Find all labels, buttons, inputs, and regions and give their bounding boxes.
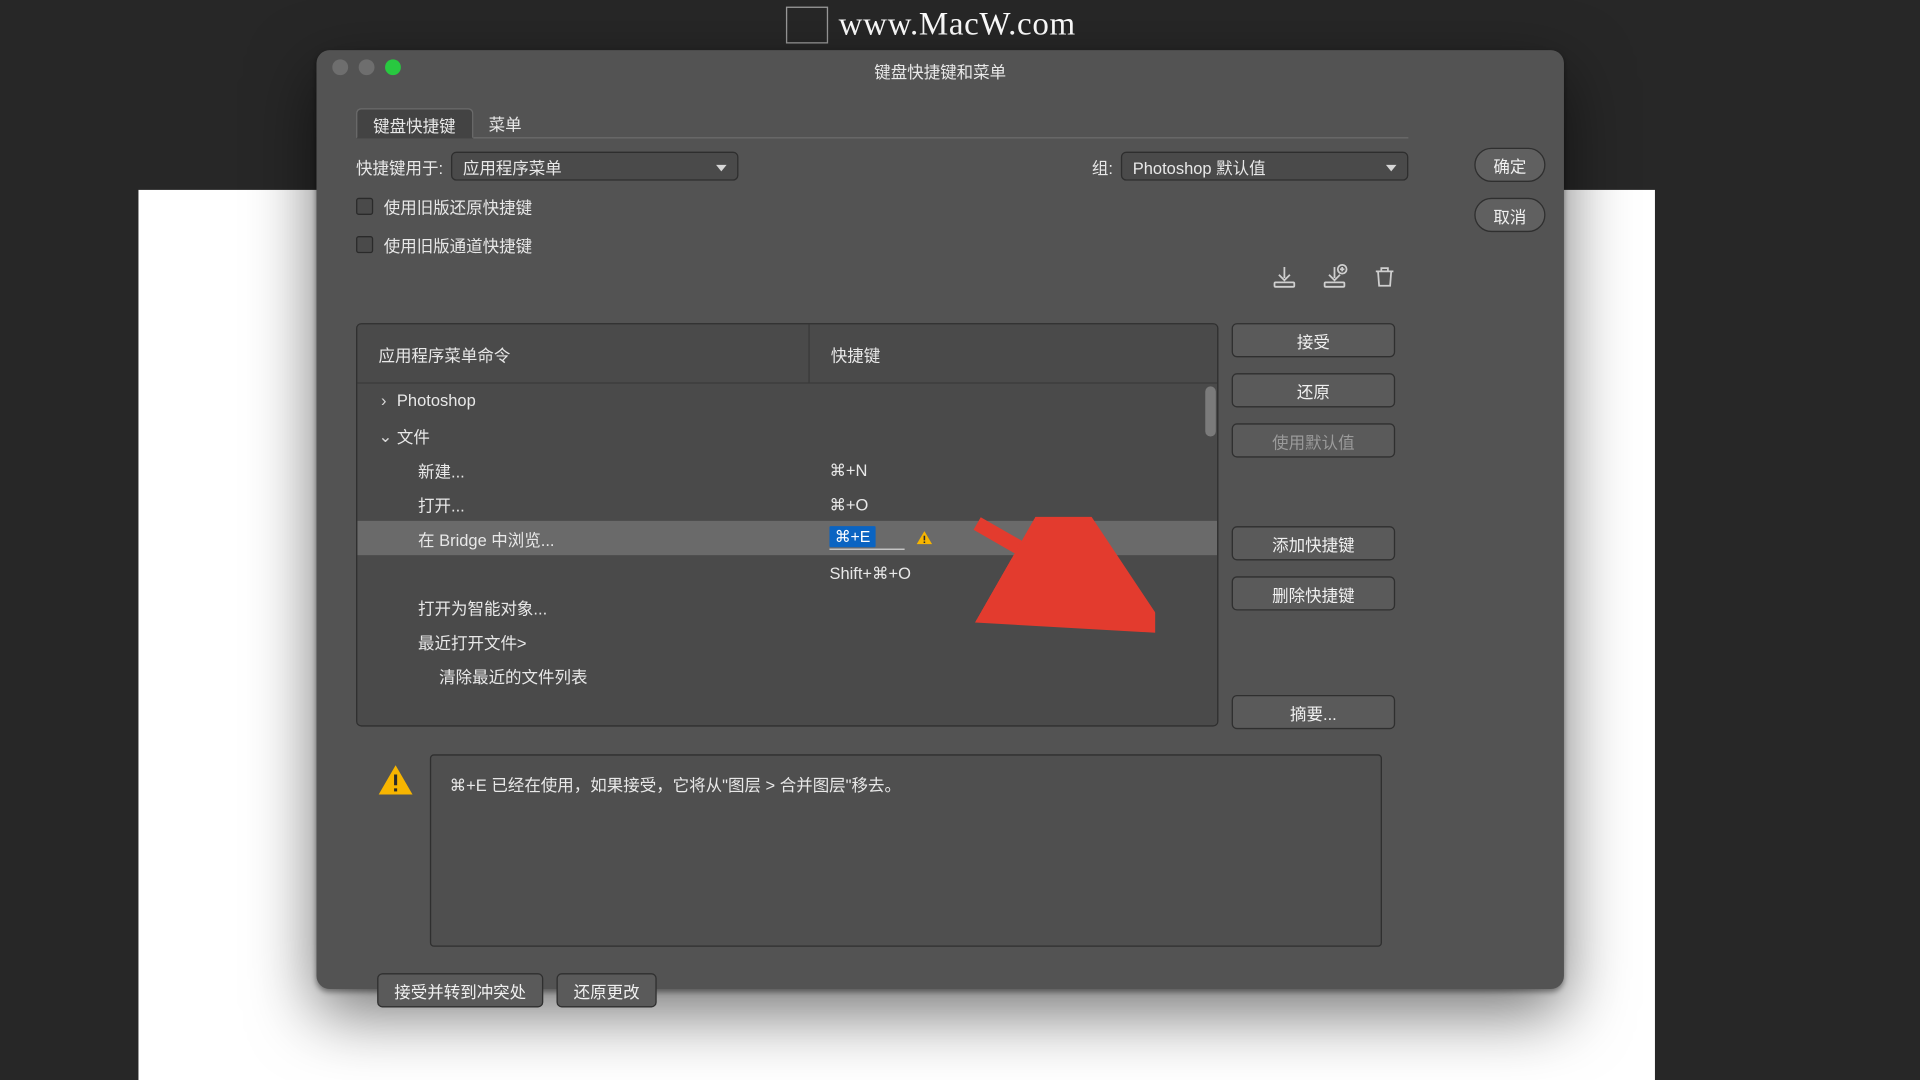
accept-button[interactable]: 接受	[1232, 323, 1396, 357]
new-set-icon[interactable]	[1321, 264, 1347, 290]
tree-item-open-smart-object[interactable]: 打开为智能对象...	[357, 589, 1217, 623]
dialog-titlebar: 键盘快捷键和菜单	[316, 50, 1563, 87]
tree-item-file[interactable]: ⌄文件	[357, 418, 1217, 452]
revert-button[interactable]: 还原	[1232, 373, 1396, 407]
watermark-logo-icon	[786, 7, 828, 44]
add-shortcut-button[interactable]: 添加快捷键	[1232, 526, 1396, 560]
keyboard-shortcuts-dialog: 键盘快捷键和菜单 确定 取消 键盘快捷键 菜单 快捷键用于: 应用程序菜单 组:…	[316, 50, 1563, 989]
shortcuts-list[interactable]: ›Photoshop ⌄文件 新建... ⌘+N 打开... ⌘+O 在 Br	[357, 384, 1217, 724]
summary-button[interactable]: 摘要...	[1232, 695, 1396, 729]
watermark-text: www.MacW.com	[839, 7, 1076, 44]
shortcuts-table: 应用程序菜单命令 快捷键 ›Photoshop ⌄文件 新建... ⌘+N	[356, 323, 1218, 727]
tree-item-clear-recent[interactable]: 清除最近的文件列表	[357, 658, 1217, 692]
set-select[interactable]: Photoshop 默认值	[1121, 152, 1408, 181]
tab-shortcuts[interactable]: 键盘快捷键	[356, 108, 473, 138]
minimize-window-icon[interactable]	[359, 59, 375, 75]
shortcuts-for-label: 快捷键用于:	[356, 154, 443, 179]
dialog-title: 键盘快捷键和菜单	[874, 63, 1006, 81]
disclosure-right-icon: ›	[378, 392, 389, 410]
tab-bar: 键盘快捷键 菜单	[356, 108, 1408, 138]
maximize-window-icon[interactable]	[385, 59, 401, 75]
shortcut-input[interactable]: ⌘+E	[829, 526, 904, 550]
legacy-undo-label: 使用旧版还原快捷键	[384, 194, 532, 219]
tab-menus[interactable]: 菜单	[473, 108, 538, 137]
save-set-icon[interactable]	[1271, 264, 1297, 290]
cancel-button[interactable]: 取消	[1474, 198, 1545, 232]
legacy-undo-checkbox[interactable]	[356, 198, 373, 215]
shortcut-edit-value: ⌘+E	[829, 526, 875, 547]
accept-and-go-button[interactable]: 接受并转到冲突处	[377, 973, 543, 1007]
shortcuts-for-select[interactable]: 应用程序菜单	[451, 152, 738, 181]
ok-button[interactable]: 确定	[1474, 148, 1545, 182]
tree-item-browse-in-bridge[interactable]: 在 Bridge 中浏览... ⌘+E	[357, 521, 1217, 555]
watermark: www.MacW.com	[786, 0, 1134, 50]
column-header-command[interactable]: 应用程序菜单命令	[357, 324, 809, 382]
column-header-shortcut[interactable]: 快捷键	[810, 324, 1217, 382]
tree-item-recent[interactable]: 最近打开文件>	[357, 624, 1217, 658]
window-controls	[332, 59, 401, 75]
delete-shortcut-button[interactable]: 删除快捷键	[1232, 576, 1396, 610]
tree-item-open[interactable]: 打开... ⌘+O	[357, 487, 1217, 521]
warning-icon	[377, 762, 414, 799]
delete-set-icon[interactable]	[1371, 264, 1397, 290]
scrollbar-thumb[interactable]	[1205, 386, 1216, 436]
legacy-channel-label: 使用旧版通道快捷键	[384, 232, 532, 257]
tree-item-photoshop[interactable]: ›Photoshop	[357, 384, 1217, 418]
warning-icon	[915, 529, 933, 547]
close-window-icon[interactable]	[332, 59, 348, 75]
tree-item-new[interactable]: 新建... ⌘+N	[357, 452, 1217, 486]
conflict-message: ⌘+E 已经在使用，如果接受，它将从"图层 > 合并图层"移去。	[430, 754, 1382, 947]
legacy-channel-checkbox[interactable]	[356, 236, 373, 253]
set-label: 组:	[1092, 154, 1113, 179]
use-defaults-button[interactable]: 使用默认值	[1232, 423, 1396, 457]
disclosure-down-icon: ⌄	[378, 425, 389, 445]
undo-changes-button[interactable]: 还原更改	[557, 973, 657, 1007]
tree-item-bridge-secondary[interactable]: Shift+⌘+O	[357, 555, 1217, 589]
